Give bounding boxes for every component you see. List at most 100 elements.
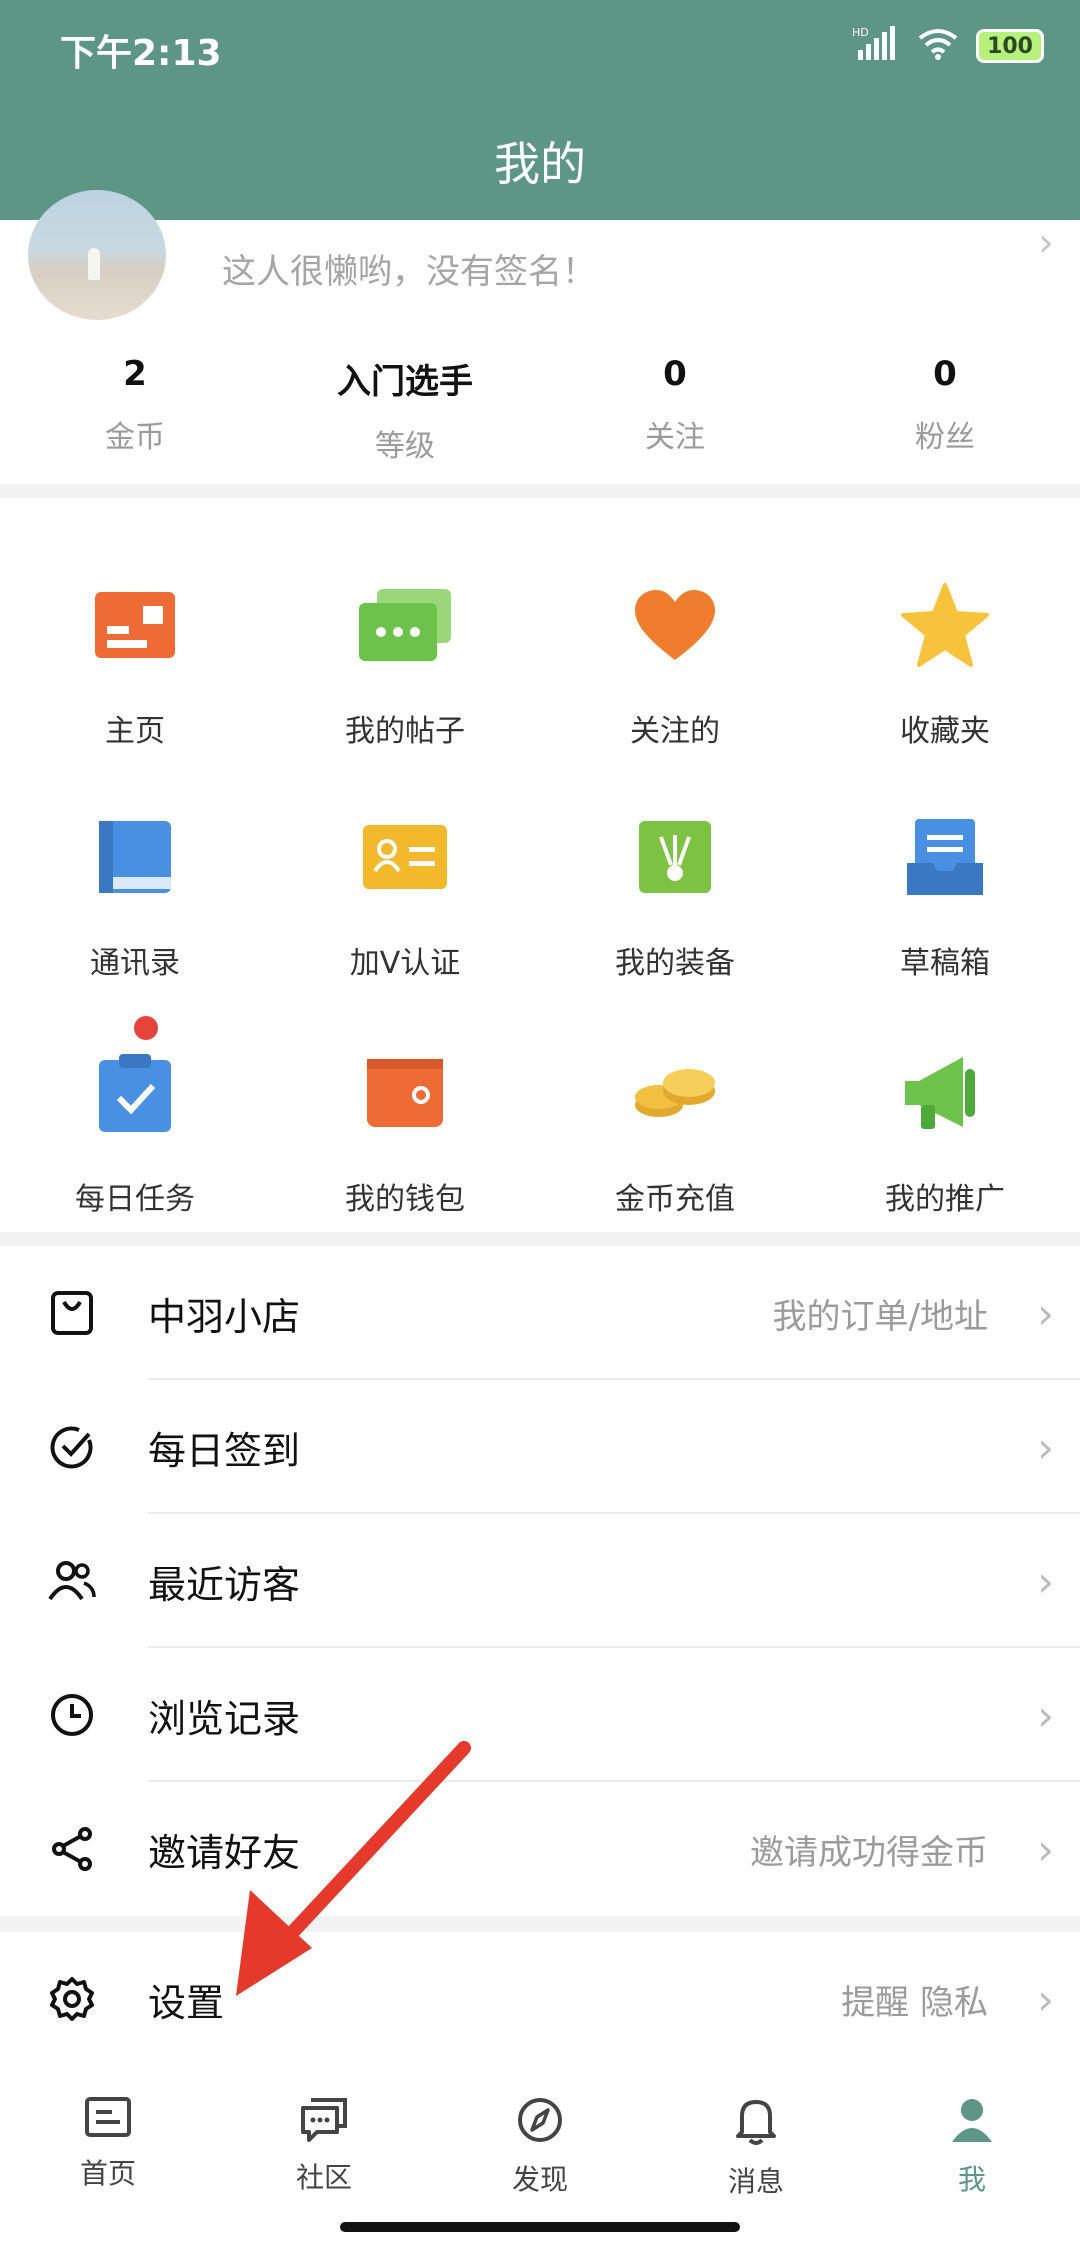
notification-badge (134, 1016, 158, 1040)
list-item-hint: 提醒 隐私 (841, 1982, 988, 2023)
chevron-right-icon: › (1037, 1422, 1054, 1472)
grid-item-label: 我的帖子 (345, 714, 465, 749)
id-card-icon (350, 802, 460, 912)
stat-value: 入门选手 (337, 362, 473, 402)
chevron-right-icon: › (1037, 1690, 1054, 1740)
grid-item-promotion[interactable]: 我的推广 (810, 1038, 1080, 1218)
stat-value: 0 (663, 354, 687, 394)
grid-item-label: 每日任务 (75, 1182, 195, 1217)
profile-stats: 2 金币 入门选手 等级 0 关注 0 粉丝 (0, 354, 1080, 465)
grid-row: 主页 我的帖子 关注的 收藏夹 (0, 570, 1080, 750)
tab-label: 社区 (295, 2161, 352, 2194)
grid-item-label: 通讯录 (90, 946, 180, 981)
tab-me[interactable]: 我 (864, 2066, 1080, 2248)
list-item-hint: 邀请成功得金币 (750, 1832, 988, 1873)
battery-icon: 100 (976, 29, 1044, 63)
grid-item-favorites[interactable]: 收藏夹 (810, 570, 1080, 750)
chevron-right-icon: › (1037, 1288, 1054, 1338)
stat-label: 关注 (645, 420, 705, 455)
drafts-tray-icon (890, 802, 1000, 912)
tab-home[interactable]: 首页 (0, 2066, 216, 2248)
grid-item-drafts[interactable]: 草稿箱 (810, 802, 1080, 982)
svg-text:HD: HD (852, 26, 869, 39)
feature-grid: 主页 我的帖子 关注的 收藏夹 通讯录 加V认证 我的装备 草稿箱 每日任务 我… (0, 498, 1080, 1232)
bell-icon (734, 2096, 778, 2150)
book-icon (80, 802, 190, 912)
chevron-right-icon: › (1038, 220, 1054, 266)
status-time: 下午2:13 (60, 33, 222, 74)
stat-coins[interactable]: 2 金币 (0, 354, 270, 465)
grid-item-verification[interactable]: 加V认证 (270, 802, 540, 982)
stat-label: 粉丝 (915, 420, 975, 455)
stat-label: 金币 (105, 420, 165, 455)
avatar[interactable] (28, 190, 166, 320)
wifi-icon (918, 28, 958, 64)
shopping-bag-icon (48, 1289, 96, 1337)
profile-signature: 这人很懒哟，没有签名！ (222, 252, 596, 292)
status-icons: HD 100 (852, 26, 1044, 66)
stat-fans[interactable]: 0 粉丝 (810, 354, 1080, 465)
list-item-settings[interactable]: 设置 提醒 隐私 › (0, 1932, 1080, 2066)
coins-icon (620, 1038, 730, 1148)
bottom-tab-bar: 首页 社区 发现 消息 我 (0, 2066, 1080, 2248)
grid-item-my-posts[interactable]: 我的帖子 (270, 570, 540, 750)
tab-label: 消息 (727, 2165, 784, 2198)
tab-messages[interactable]: 消息 (648, 2066, 864, 2248)
tab-community[interactable]: 社区 (216, 2066, 432, 2248)
list-item-label: 每日签到 (148, 1428, 301, 1473)
chevron-right-icon: › (1037, 1974, 1054, 2024)
shuttlecock-icon (620, 802, 730, 912)
stat-value: 0 (933, 354, 957, 394)
star-icon (890, 570, 1000, 680)
stat-label: 等级 (375, 429, 435, 464)
homepage-card-icon (80, 570, 190, 680)
tab-discover[interactable]: 发现 (432, 2066, 648, 2248)
grid-item-coin-recharge[interactable]: 金币充值 (540, 1038, 810, 1218)
grid-item-daily-tasks[interactable]: 每日任务 (0, 1016, 270, 1218)
list-item-label: 中羽小店 (148, 1294, 301, 1339)
profile-card[interactable]: 这人很懒哟，没有签名！ › 2 金币 入门选手 等级 0 关注 0 粉丝 (0, 190, 1080, 484)
grid-row: 通讯录 加V认证 我的装备 草稿箱 (0, 802, 1080, 982)
tab-label: 首页 (79, 2157, 136, 2190)
community-chat-icon (299, 2096, 349, 2146)
list-item-daily-checkin[interactable]: 每日签到 › (0, 1380, 1080, 1514)
grid-item-following[interactable]: 关注的 (540, 570, 810, 750)
grid-item-label: 我的装备 (615, 946, 735, 981)
grid-item-label: 收藏夹 (900, 714, 990, 749)
list-item-recent-visitors[interactable]: 最近访客 › (0, 1514, 1080, 1648)
grid-item-contacts[interactable]: 通讯录 (0, 802, 270, 982)
chevron-right-icon: › (1037, 1556, 1054, 1606)
list-item-history[interactable]: 浏览记录 › (0, 1648, 1080, 1782)
visitors-icon (48, 1557, 96, 1605)
person-icon (948, 2096, 996, 2148)
page-title: 我的 (494, 137, 586, 191)
list-item-label: 设置 (148, 1980, 225, 2025)
grid-item-homepage[interactable]: 主页 (0, 570, 270, 750)
menu-list: 中羽小店 我的订单/地址 › 每日签到 › 最近访客 › 浏览记录 › 邀请好友… (0, 1246, 1080, 1916)
list-item-shop[interactable]: 中羽小店 我的订单/地址 › (0, 1246, 1080, 1380)
gear-icon (48, 1975, 96, 2023)
share-icon (48, 1825, 96, 1873)
clipboard-check-icon (80, 1038, 190, 1148)
check-circle-icon (48, 1423, 96, 1471)
list-item-label: 最近访客 (148, 1562, 301, 1607)
list-item-hint: 我的订单/地址 (772, 1296, 988, 1337)
home-indicator (340, 2222, 740, 2232)
tab-label: 我 (957, 2163, 986, 2196)
wallet-icon (350, 1038, 460, 1148)
signal-icon: HD (852, 26, 900, 66)
stat-level[interactable]: 入门选手 等级 (270, 354, 540, 465)
stat-value: 2 (123, 354, 147, 394)
list-item-invite[interactable]: 邀请好友 邀请成功得金币 › (0, 1782, 1080, 1916)
app-header: 下午2:13 HD 100 我的 (0, 0, 1080, 220)
grid-item-wallet[interactable]: 我的钱包 (270, 1038, 540, 1218)
list-item-label: 邀请好友 (148, 1830, 301, 1875)
grid-item-label: 我的推广 (885, 1182, 1005, 1217)
grid-item-label: 我的钱包 (345, 1182, 465, 1217)
grid-item-label: 草稿箱 (900, 946, 990, 981)
list-item-label: 浏览记录 (148, 1696, 301, 1741)
heart-icon (620, 570, 730, 680)
grid-item-my-gear[interactable]: 我的装备 (540, 802, 810, 982)
stat-following[interactable]: 0 关注 (540, 354, 810, 465)
clock-icon (48, 1691, 96, 1739)
